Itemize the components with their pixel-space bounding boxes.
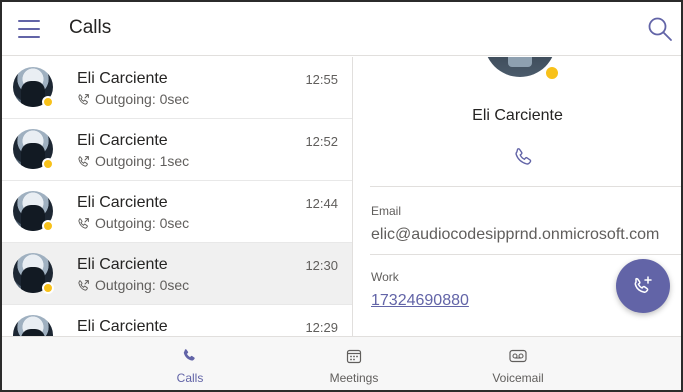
call-detail: Outgoing: 0sec — [95, 215, 190, 231]
call-time: 12:29 — [305, 320, 338, 335]
contact-avatar — [484, 57, 560, 81]
add-call-button[interactable] — [616, 259, 670, 313]
presence-away-badge — [42, 282, 54, 294]
call-contact-name: Eli Carciente — [77, 256, 168, 273]
call-row[interactable]: Eli Carciente 12:29 — [2, 305, 352, 336]
call-contact-name: Eli Carciente — [77, 318, 168, 335]
call-detail: Outgoing: 1sec — [95, 153, 190, 169]
divider — [370, 186, 681, 187]
avatar — [13, 191, 54, 232]
outgoing-call-icon — [78, 279, 89, 291]
voicemail-icon — [509, 349, 527, 363]
hamburger-menu-icon[interactable] — [18, 20, 40, 38]
email-value[interactable]: elic@audiocodesipprnd.onmicrosoft.com — [371, 226, 659, 244]
call-history-list: Eli Carciente 12:55 Outgoing: 0sec Eli C… — [2, 57, 353, 336]
call-row-selected[interactable]: Eli Carciente 12:30 Outgoing: 0sec — [2, 243, 352, 305]
phone-add-icon — [634, 276, 652, 293]
presence-away-badge — [42, 220, 54, 232]
avatar — [13, 129, 54, 170]
call-detail: Outgoing: 0sec — [95, 277, 190, 293]
call-row[interactable]: Eli Carciente 12:52 Outgoing: 1sec — [2, 119, 352, 181]
outgoing-call-icon — [78, 217, 89, 229]
avatar — [13, 67, 54, 108]
search-icon[interactable] — [647, 16, 673, 42]
presence-away-badge — [42, 158, 54, 170]
phone-icon[interactable] — [513, 146, 535, 168]
tab-label: Voicemail — [492, 371, 544, 385]
avatar — [13, 315, 53, 336]
work-phone-label: Work — [371, 270, 399, 284]
presence-away-badge — [42, 96, 54, 108]
work-phone-link[interactable]: 17324690880 — [371, 292, 469, 310]
divider — [370, 254, 681, 255]
call-time: 12:44 — [305, 196, 338, 211]
call-contact-name: Eli Carciente — [77, 132, 168, 149]
presence-away-badge — [544, 65, 560, 81]
calendar-icon — [346, 349, 362, 364]
call-time: 12:52 — [305, 134, 338, 149]
call-contact-name: Eli Carciente — [77, 194, 168, 211]
tab-meetings[interactable]: Meetings — [294, 337, 414, 390]
avatar — [13, 253, 54, 294]
outgoing-call-icon — [78, 155, 89, 167]
call-detail: Outgoing: 0sec — [95, 91, 190, 107]
tab-voicemail[interactable]: Voicemail — [458, 337, 578, 390]
call-row[interactable]: Eli Carciente 12:44 Outgoing: 0sec — [2, 181, 352, 243]
call-time: 12:30 — [305, 258, 338, 273]
call-time: 12:55 — [305, 72, 338, 87]
page-title: Calls — [69, 17, 112, 38]
tab-label: Meetings — [329, 371, 379, 385]
tab-calls[interactable]: Calls — [130, 337, 250, 390]
tab-label: Calls — [176, 371, 204, 385]
call-contact-name: Eli Carciente — [77, 70, 168, 87]
header: Calls — [2, 2, 681, 56]
email-label: Email — [371, 204, 402, 218]
contact-name: Eli Carciente — [472, 107, 563, 124]
app-frame: Calls Eli Carciente 12:55 Outgoing: 0sec… — [0, 0, 683, 392]
phone-icon — [183, 349, 195, 361]
outgoing-call-icon — [78, 93, 89, 105]
call-row[interactable]: Eli Carciente 12:55 Outgoing: 0sec — [2, 57, 352, 119]
bottom-tab-bar: Calls Meetings Voicemail — [2, 336, 681, 390]
